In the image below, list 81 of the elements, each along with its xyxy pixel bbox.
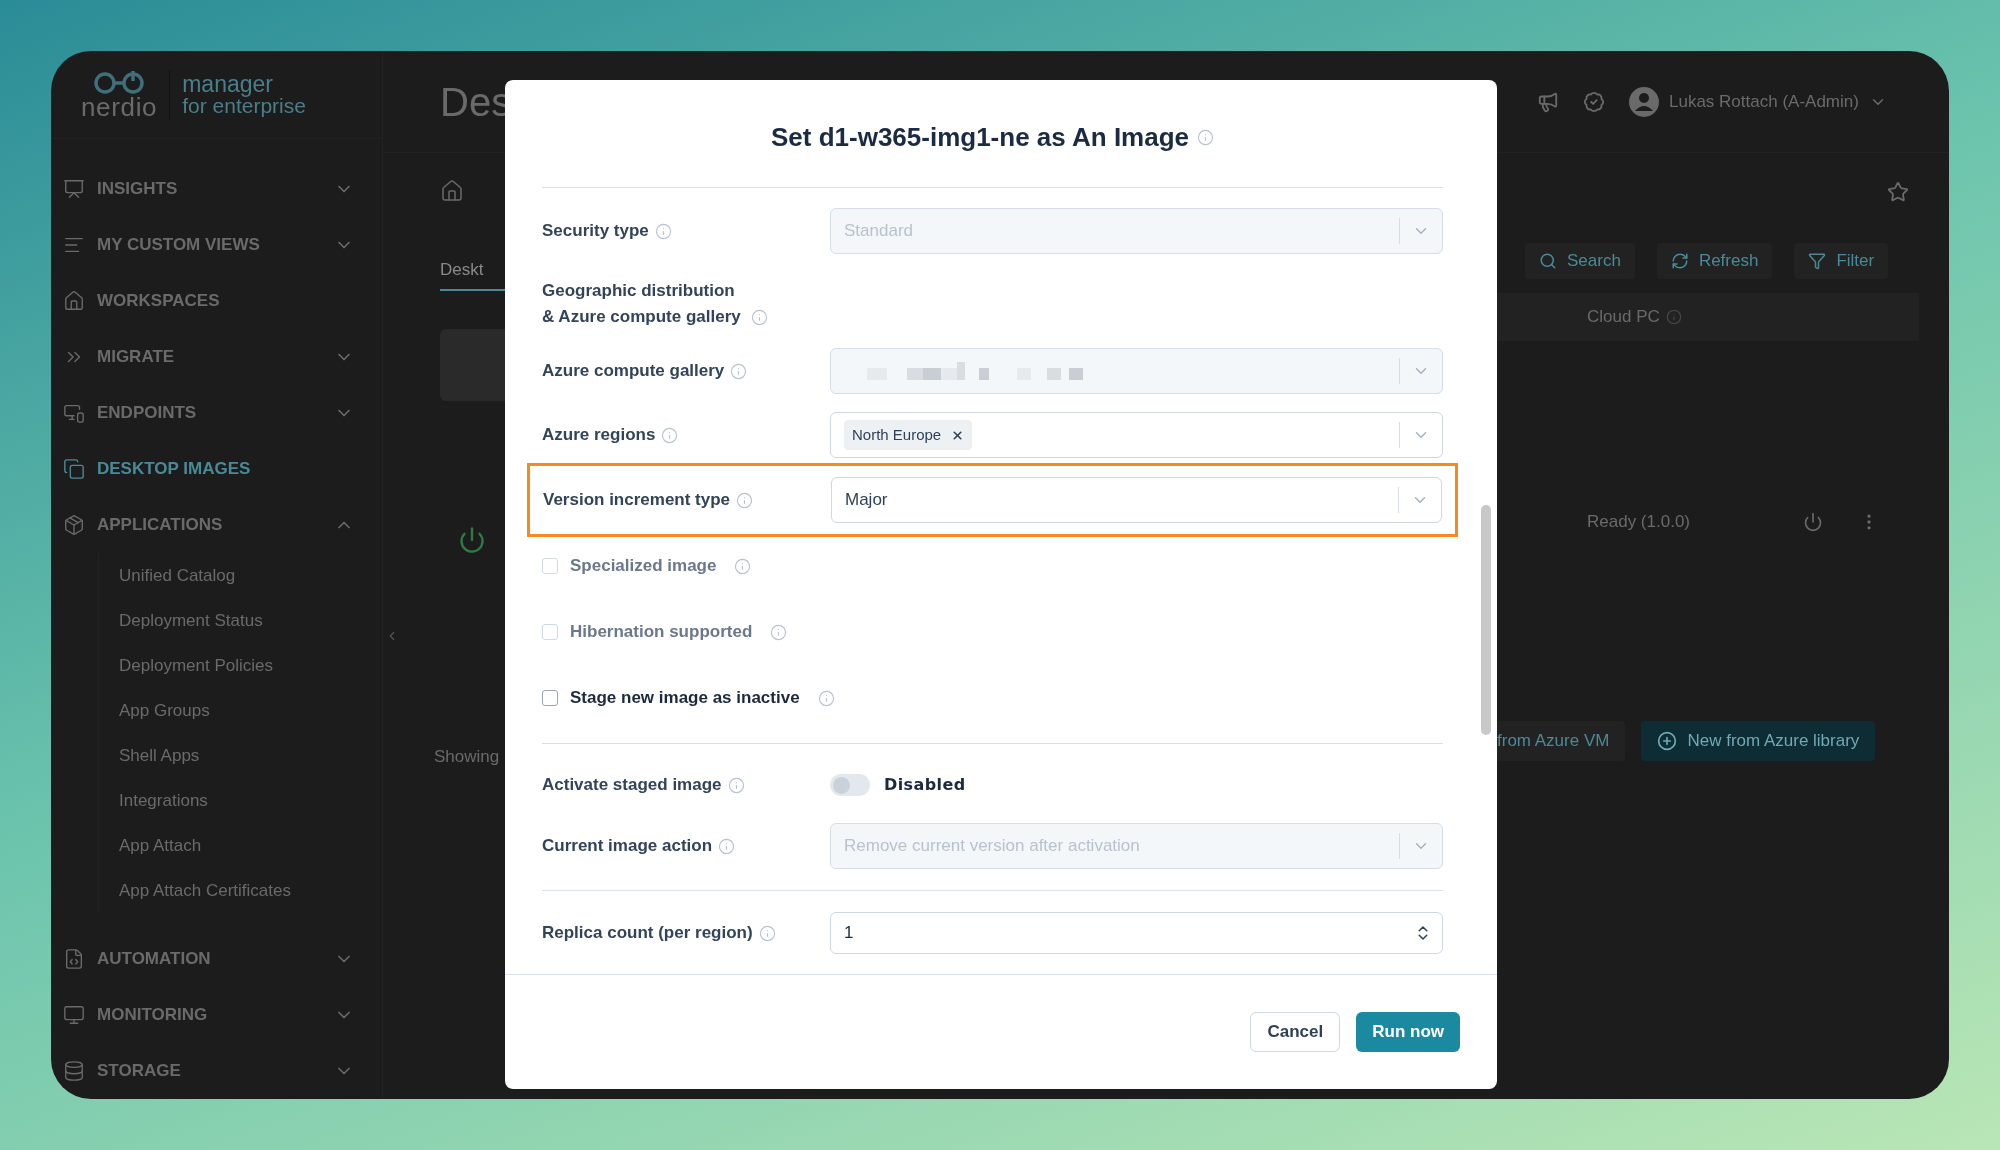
- house-icon: [63, 290, 85, 312]
- run-button[interactable]: Run now: [1356, 1012, 1460, 1052]
- field-label: Azure regions: [542, 424, 656, 447]
- field-label: Current image action: [542, 835, 713, 858]
- info-icon[interactable]: [727, 776, 745, 794]
- select-field: Standard: [830, 208, 1443, 254]
- field-label: Replica count (per region): [542, 922, 753, 945]
- field-label: Version increment type: [543, 489, 731, 512]
- info-icon[interactable]: [661, 426, 679, 444]
- sidebar-item[interactable]: AUTOMATION: [51, 931, 382, 987]
- logo-wordmark: nerdio: [81, 93, 158, 120]
- sidebar-subitem[interactable]: Unified Catalog: [99, 553, 382, 598]
- cancel-button[interactable]: Cancel: [1250, 1012, 1341, 1052]
- showing-text: Showing: [434, 746, 501, 768]
- info-icon[interactable]: [817, 689, 835, 707]
- checkbox-label[interactable]: Stage new image as inactive: [570, 685, 800, 711]
- package-icon: [63, 514, 85, 536]
- column-header: Cloud PC: [1587, 306, 1660, 329]
- number-field[interactable]: 1: [830, 912, 1443, 954]
- avatar-icon[interactable]: [1629, 86, 1659, 117]
- plus-icon: [1657, 730, 1678, 751]
- sidebar-subitem[interactable]: App Attach Certificates: [99, 868, 382, 913]
- card-background: [440, 329, 505, 401]
- toolbar-button[interactable]: Refresh: [1656, 243, 1773, 279]
- sidebar-item[interactable]: MIGRATE: [51, 329, 382, 385]
- megaphone-icon[interactable]: [1537, 90, 1559, 113]
- info-icon[interactable]: [734, 557, 752, 575]
- devices-icon: [63, 402, 85, 424]
- toolbar-button[interactable]: Filter: [1794, 243, 1889, 279]
- info-icon[interactable]: [1197, 129, 1215, 146]
- badge-check-icon[interactable]: [1583, 90, 1605, 113]
- dialog-title: Set d1-w365-img1-ne as An Image: [770, 121, 1190, 154]
- info-icon: [1665, 309, 1682, 325]
- power-icon[interactable]: [458, 526, 486, 554]
- create-button[interactable]: from Azure VM: [1497, 720, 1626, 761]
- info-icon[interactable]: [770, 623, 788, 641]
- sidebar-item[interactable]: ENDPOINTS: [51, 385, 382, 441]
- checkbox[interactable]: [542, 690, 558, 706]
- table-cell-text: Ready (1.0.0): [1587, 511, 1691, 533]
- toggle-switch[interactable]: [830, 774, 870, 796]
- multi-select-field[interactable]: North Europe: [830, 412, 1443, 458]
- user-name[interactable]: Lukas Rottach (A-Admin): [1669, 88, 1859, 115]
- field-label: Azure compute gallery: [542, 360, 725, 383]
- sidebar-item[interactable]: APPLICATIONS: [51, 497, 382, 553]
- presentation-icon: [63, 178, 85, 200]
- info-icon[interactable]: [736, 491, 754, 509]
- select-field[interactable]: Major: [831, 477, 1442, 523]
- scrollbar-thumb[interactable]: [1481, 505, 1491, 735]
- info-icon[interactable]: [758, 924, 776, 942]
- sidebar-subitem[interactable]: App Groups: [99, 688, 382, 733]
- logo-product-name: manager: [182, 72, 273, 95]
- new-button[interactable]: New from Azure library: [1641, 720, 1876, 761]
- refresh-icon: [1670, 252, 1689, 270]
- sidebar-subitem[interactable]: Integrations: [99, 778, 382, 823]
- sidebar-subitem[interactable]: Deployment Policies: [99, 643, 382, 688]
- field-label: Activate staged image: [542, 774, 722, 797]
- sidebar-item[interactable]: INSIGHTS: [51, 161, 382, 217]
- power-icon[interactable]: [1803, 511, 1823, 532]
- sidebar-item[interactable]: MY CUSTOM VIEWS: [51, 217, 382, 273]
- home-icon[interactable]: [440, 179, 464, 203]
- toolbar-button[interactable]: Search: [1525, 243, 1635, 279]
- sidebar-item[interactable]: WORKSPACES: [51, 273, 382, 329]
- star-icon[interactable]: [1887, 181, 1909, 203]
- info-icon[interactable]: [751, 309, 768, 326]
- sidebar-item[interactable]: DESKTOP IMAGES: [51, 441, 382, 497]
- sidebar-subitem[interactable]: Deployment Status: [99, 598, 382, 643]
- info-icon[interactable]: [730, 362, 748, 380]
- search-icon: [1539, 252, 1557, 270]
- section-heading: Geographic distribution & Azure compute gallery: [542, 280, 742, 328]
- select-field: Remove current version after activation: [830, 823, 1443, 869]
- field-label: Security type: [542, 220, 649, 243]
- monitor-icon: [63, 1004, 85, 1026]
- sidebar-item[interactable]: STORAGE: [51, 1043, 382, 1099]
- file-code-icon: [63, 948, 85, 970]
- toggle-state-label: Disabled: [884, 774, 966, 796]
- sidebar-subitem[interactable]: Shell Apps: [99, 733, 382, 778]
- sidebar-item[interactable]: MONITORING: [51, 987, 382, 1043]
- filter-icon: [1808, 252, 1827, 270]
- database-icon: [63, 1060, 85, 1082]
- copy-icon: [63, 458, 85, 480]
- sidebar-subitem[interactable]: App Attach: [99, 823, 382, 868]
